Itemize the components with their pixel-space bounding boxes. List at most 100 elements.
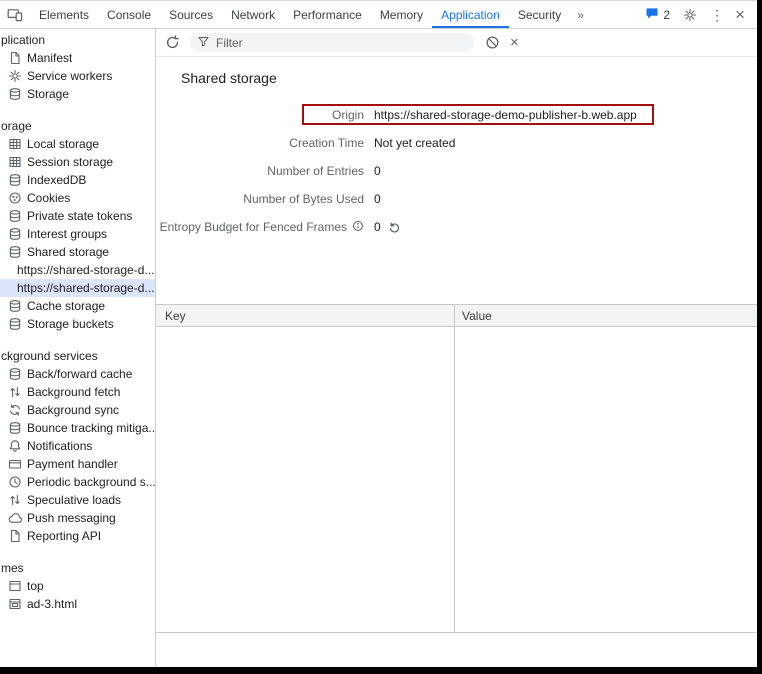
toggle-device-toolbar-icon[interactable]: [0, 1, 30, 28]
issues-count: 2: [663, 8, 670, 22]
info-icon: [352, 220, 364, 235]
devtools-body: plicationManifestService workersStorageo…: [0, 29, 757, 667]
sidebar-item-label: ad-3.html: [27, 597, 77, 611]
tab-console[interactable]: Console: [98, 1, 160, 28]
meta-label: Origin: [166, 108, 364, 122]
db-icon: [8, 367, 22, 381]
devtools-window: ElementsConsoleSourcesNetworkPerformance…: [0, 0, 757, 667]
meta-row-number-of-entries: Number of Entries0: [166, 157, 757, 185]
meta-value: 0: [374, 164, 381, 178]
sidebar-item-https-shared-storage-d[interactable]: https://shared-storage-d...: [0, 261, 155, 279]
sidebar-item-periodic-background-s[interactable]: Periodic background s...: [0, 473, 155, 491]
panel-toolbar: ×: [156, 29, 757, 57]
table-header-row: Key Value: [156, 305, 757, 327]
sidebar-item-back-forward-cache[interactable]: Back/forward cache: [0, 365, 155, 383]
sidebar-item-push-messaging[interactable]: Push messaging: [0, 509, 155, 527]
sidebar-item-manifest[interactable]: Manifest: [0, 49, 155, 67]
issues-bubble-icon: [645, 7, 659, 23]
sidebar-item-top[interactable]: top: [0, 577, 155, 595]
sidebar-item-label: Manifest: [27, 51, 72, 65]
sidebar-item-background-sync[interactable]: Background sync: [0, 401, 155, 419]
sidebar-item-label: Storage: [27, 87, 69, 101]
bell-icon: [8, 439, 22, 453]
kebab-menu-icon[interactable]: ⋮: [710, 8, 724, 22]
meta-value: 0: [374, 192, 381, 206]
sidebar-item-interest-groups[interactable]: Interest groups: [0, 225, 155, 243]
reset-budget-icon[interactable]: [388, 221, 401, 234]
meta-label: Number of Bytes Used: [166, 192, 364, 206]
sidebar-item-label: Storage buckets: [27, 317, 114, 331]
refresh-icon[interactable]: [163, 34, 181, 52]
sidebar-section-mes: mes: [0, 560, 155, 577]
tab-application[interactable]: Application: [432, 1, 509, 28]
tab-elements[interactable]: Elements: [30, 1, 98, 28]
column-header-key[interactable]: Key: [156, 305, 455, 326]
block-clear-icon[interactable]: [483, 34, 501, 52]
sidebar-item-label: Service workers: [27, 69, 112, 83]
db-icon: [8, 87, 22, 101]
tab-memory[interactable]: Memory: [371, 1, 432, 28]
sidebar-item-bounce-tracking-mitiga[interactable]: Bounce tracking mitiga...: [0, 419, 155, 437]
sidebar-item-private-state-tokens[interactable]: Private state tokens: [0, 207, 155, 225]
sidebar-item-label: Cache storage: [27, 299, 105, 313]
column-header-value[interactable]: Value: [455, 305, 757, 326]
issues-counter[interactable]: 2: [645, 7, 670, 23]
frame-ad-icon: [8, 597, 22, 611]
sidebar-section-plication: plication: [0, 32, 155, 49]
sidebar-item-label: Private state tokens: [27, 209, 132, 223]
meta-row-creation-time: Creation TimeNot yet created: [166, 129, 757, 157]
doc-icon: [8, 529, 22, 543]
sidebar-item-label: Push messaging: [27, 511, 116, 525]
sidebar-item-speculative-loads[interactable]: Speculative loads: [0, 491, 155, 509]
filter-input[interactable]: [214, 35, 466, 51]
sidebar-item-label: Reporting API: [27, 529, 101, 543]
doc-icon: [8, 51, 22, 65]
sidebar-item-background-fetch[interactable]: Background fetch: [0, 383, 155, 401]
devtools-tabbar: ElementsConsoleSourcesNetworkPerformance…: [0, 1, 757, 29]
settings-gear-icon[interactable]: [681, 6, 699, 24]
sidebar-item-storage[interactable]: Storage: [0, 85, 155, 103]
sidebar-item-label: Local storage: [27, 137, 99, 151]
more-tabs-button[interactable]: »: [570, 8, 591, 22]
sidebar-item-indexeddb[interactable]: IndexedDB: [0, 171, 155, 189]
close-view-icon[interactable]: ×: [510, 34, 519, 51]
meta-value: Not yet created: [374, 136, 455, 150]
gear-icon: [8, 69, 22, 83]
tab-performance[interactable]: Performance: [284, 1, 371, 28]
sidebar-item-label: https://shared-storage-d...: [17, 263, 154, 277]
close-devtools-icon[interactable]: ×: [735, 6, 745, 23]
tab-security[interactable]: Security: [509, 1, 570, 28]
grid-icon: [8, 137, 22, 151]
tab-network[interactable]: Network: [222, 1, 284, 28]
sidebar-item-local-storage[interactable]: Local storage: [0, 135, 155, 153]
tabbar-right-controls: 2 ⋮ ×: [645, 6, 757, 24]
sidebar-item-label: Shared storage: [27, 245, 109, 259]
sidebar-item-cache-storage[interactable]: Cache storage: [0, 297, 155, 315]
grid-icon: [8, 155, 22, 169]
tab-sources[interactable]: Sources: [160, 1, 222, 28]
sidebar-item-payment-handler[interactable]: Payment handler: [0, 455, 155, 473]
shared-storage-panel: × Shared storage Originhttps://shared-st…: [156, 29, 757, 667]
sidebar-item-reporting-api[interactable]: Reporting API: [0, 527, 155, 545]
meta-row-number-of-bytes-used: Number of Bytes Used 0: [166, 185, 757, 213]
sidebar-item-label: Bounce tracking mitiga...: [27, 421, 155, 435]
sidebar-item-shared-storage[interactable]: Shared storage: [0, 243, 155, 261]
sidebar-item-label: Background sync: [27, 403, 119, 417]
sidebar-item-storage-buckets[interactable]: Storage buckets: [0, 315, 155, 333]
sidebar-item-https-shared-storage-d[interactable]: https://shared-storage-d...: [0, 279, 155, 297]
sync-icon: [8, 403, 22, 417]
cloud-icon: [8, 511, 22, 525]
sidebar-item-service-workers[interactable]: Service workers: [0, 67, 155, 85]
sidebar-item-cookies[interactable]: Cookies: [0, 189, 155, 207]
sidebar-item-label: Background fetch: [27, 385, 120, 399]
db-icon: [8, 209, 22, 223]
updown-icon: [8, 493, 22, 507]
sidebar-item-label: Speculative loads: [27, 493, 121, 507]
cookie-icon: [8, 191, 22, 205]
sidebar-tree: plicationManifestService workersStorageo…: [0, 32, 155, 613]
sidebar-item-label: Session storage: [27, 155, 113, 169]
sidebar-item-notifications[interactable]: Notifications: [0, 437, 155, 455]
sidebar-item-ad-3-html[interactable]: ad-3.html: [0, 595, 155, 613]
sidebar-item-label: Cookies: [27, 191, 70, 205]
sidebar-item-session-storage[interactable]: Session storage: [0, 153, 155, 171]
